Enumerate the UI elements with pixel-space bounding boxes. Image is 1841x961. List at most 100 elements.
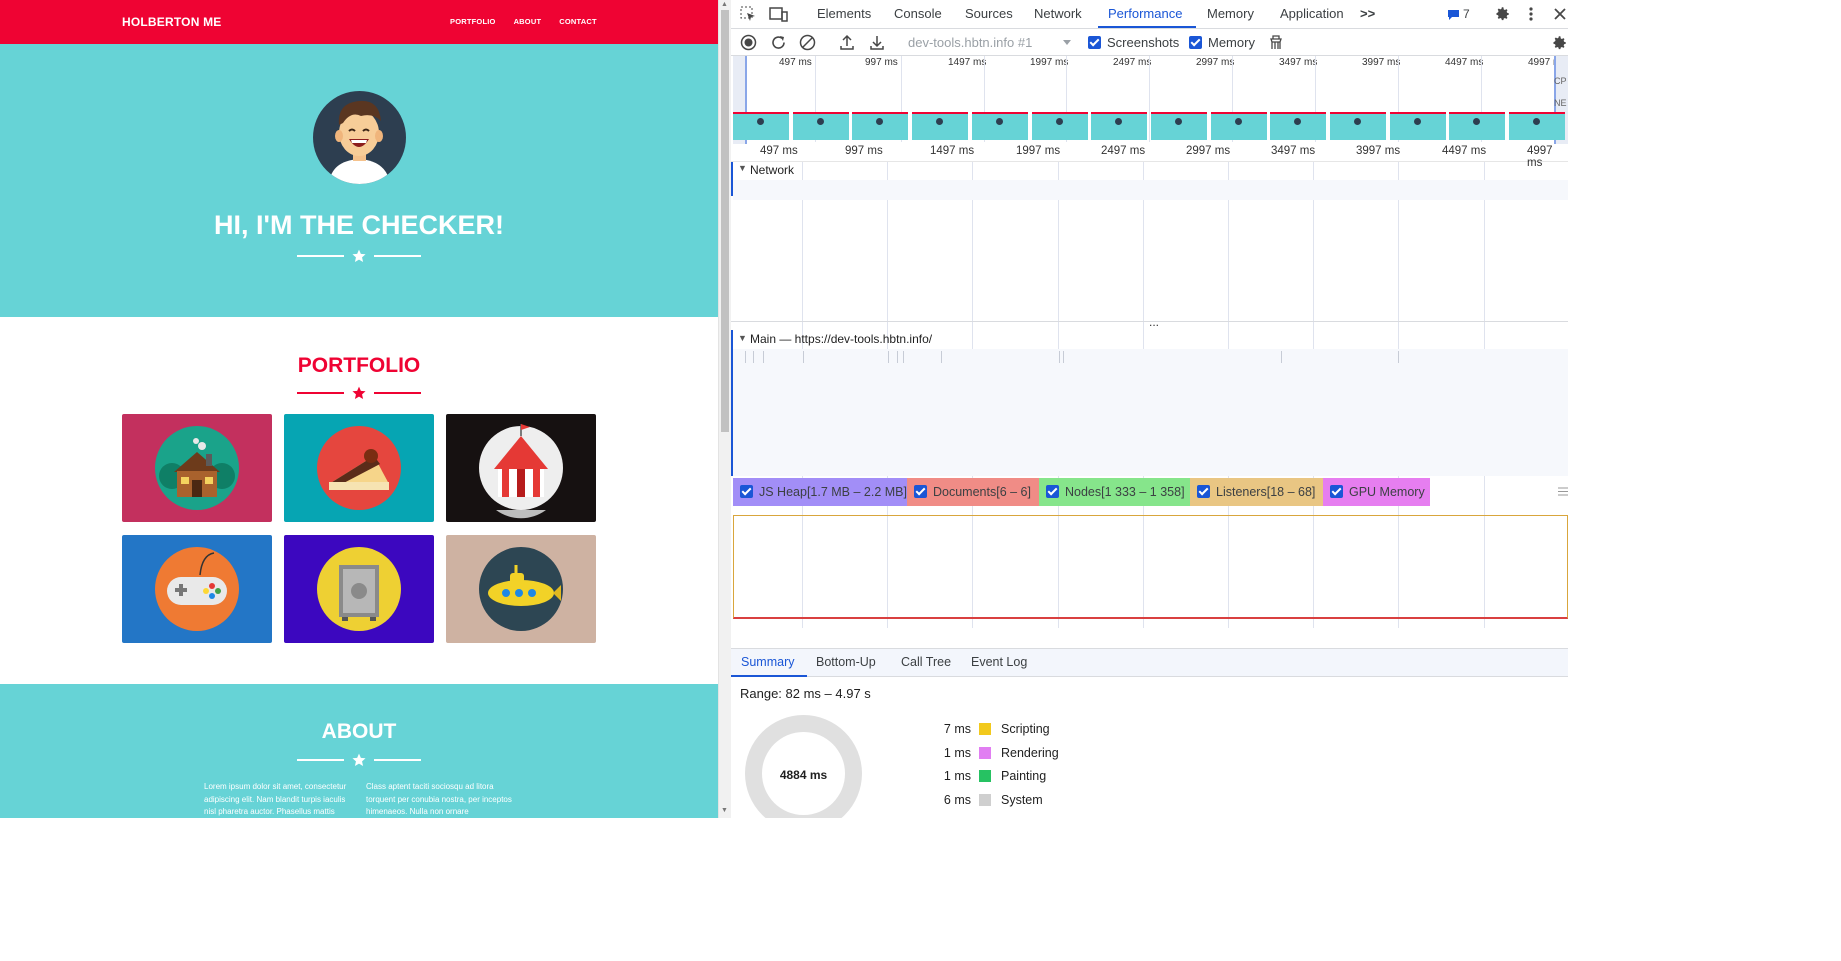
counter-nodes[interactable]: Nodes[1 333 – 1 358]: [1039, 478, 1190, 506]
inspect-element-icon[interactable]: [740, 6, 757, 23]
star-icon: [352, 249, 366, 263]
scroll-down-arrow-icon[interactable]: ▼: [721, 807, 728, 814]
counter-documents[interactable]: Documents[6 – 6]: [907, 478, 1039, 506]
memory-label: Memory: [1208, 35, 1255, 50]
tab-memory[interactable]: Memory: [1207, 6, 1254, 21]
main-thread-task-mark[interactable]: [888, 351, 889, 363]
filmstrip-screenshot[interactable]: [1389, 112, 1446, 140]
main-thread-task-mark[interactable]: [1398, 351, 1399, 363]
filmstrip-screenshot[interactable]: [733, 112, 789, 140]
collect-garbage-icon[interactable]: [1268, 34, 1284, 51]
about-text-column-2: Class aptent taciti sociosqu ad litora t…: [366, 782, 512, 816]
main-thread-task-mark[interactable]: [941, 351, 942, 363]
filmstrip-screenshot[interactable]: [1270, 112, 1327, 140]
recording-target-select[interactable]: dev-tools.hbtn.info #1: [908, 35, 1032, 50]
portfolio-tile-circus[interactable]: [446, 414, 596, 522]
tab-performance[interactable]: Performance: [1108, 6, 1182, 21]
filmstrip-screenshot[interactable]: [1449, 112, 1506, 140]
issues-count[interactable]: 7: [1463, 7, 1470, 21]
main-thread-task-mark[interactable]: [763, 351, 764, 363]
tab-network[interactable]: Network: [1034, 6, 1082, 21]
memory-counter-graph[interactable]: [733, 515, 1568, 619]
drag-handle-icon[interactable]: [1558, 487, 1568, 496]
upload-profile-icon[interactable]: [839, 34, 855, 51]
filmstrip-screenshot[interactable]: [912, 112, 969, 140]
counter-listeners[interactable]: Listeners[18 – 68]: [1190, 478, 1323, 506]
clear-icon[interactable]: [799, 34, 816, 51]
filmstrip-screenshot[interactable]: [971, 112, 1028, 140]
filmstrip-screenshot[interactable]: [1031, 112, 1088, 140]
main-thread-task-mark[interactable]: [897, 351, 898, 363]
portfolio-tile-submarine[interactable]: [446, 535, 596, 643]
more-options-icon[interactable]: [1528, 6, 1534, 22]
hero-star-divider: [297, 249, 421, 263]
tab-event-log[interactable]: Event Log: [971, 655, 1027, 669]
nav-link-portfolio[interactable]: PORTFOLIO: [450, 17, 496, 26]
more-tabs-button[interactable]: >>: [1360, 6, 1375, 21]
main-expand-triangle-icon[interactable]: ▼: [738, 333, 747, 343]
summary-pane: Range: 82 ms – 4.97 s 4884 ms 7 ms Script…: [731, 678, 1568, 818]
main-thread-track[interactable]: ▼ Main — https://dev-tools.hbtn.info/: [731, 330, 1568, 476]
screen: HOLBERTON ME PORTFOLIO ABOUT CONTACT HI,…: [0, 0, 1568, 818]
counter-js-heap[interactable]: JS Heap[1.7 MB – 2.2 MB]: [733, 478, 907, 506]
tab-call-tree[interactable]: Call Tree: [901, 655, 951, 669]
overview-cpu-label: CP: [1554, 76, 1567, 86]
tab-bottom-up[interactable]: Bottom-Up: [816, 655, 876, 669]
main-thread-task-mark[interactable]: [903, 351, 904, 363]
website-scrollbar[interactable]: ▲ ▼: [718, 0, 731, 818]
close-devtools-icon[interactable]: [1553, 7, 1567, 21]
portfolio-tile-safe[interactable]: [284, 535, 434, 643]
tab-application[interactable]: Application: [1280, 6, 1344, 21]
scroll-up-arrow-icon[interactable]: ▲: [721, 1, 728, 8]
summary-time: 7 ms: [943, 722, 971, 736]
tab-elements[interactable]: Elements: [817, 6, 871, 21]
device-toolbar-icon[interactable]: [769, 6, 788, 23]
overview-net-label: NE: [1554, 98, 1567, 108]
counter-gpu-memory[interactable]: GPU Memory: [1323, 478, 1430, 506]
filmstrip-screenshot[interactable]: [792, 112, 849, 140]
screenshots-checkbox[interactable]: [1088, 36, 1101, 49]
portfolio-tile-cabin[interactable]: [122, 414, 272, 522]
timeline-overview[interactable]: 497 ms 997 ms 1497 ms 1997 ms 2497 ms 2997 ms…: [731, 56, 1568, 144]
network-track[interactable]: ▼ Network: [731, 162, 1568, 322]
site-brand[interactable]: HOLBERTON ME: [122, 15, 222, 29]
nav-link-about[interactable]: ABOUT: [514, 17, 542, 26]
main-thread-task-mark[interactable]: [1281, 351, 1282, 363]
main-thread-task-mark[interactable]: [1063, 351, 1064, 363]
network-expand-triangle-icon[interactable]: ▼: [738, 163, 747, 173]
screenshot-filmstrip[interactable]: [731, 110, 1568, 142]
devtools-tabbar: Elements Console Sources Network Perform…: [731, 0, 1568, 29]
settings-gear-icon[interactable]: [1493, 5, 1511, 23]
nav-link-contact[interactable]: CONTACT: [559, 17, 597, 26]
chevron-down-icon[interactable]: [1062, 39, 1072, 46]
tab-sources[interactable]: Sources: [965, 6, 1013, 21]
filmstrip-screenshot[interactable]: [1509, 112, 1566, 140]
filmstrip-screenshot[interactable]: [1330, 112, 1386, 140]
filmstrip-screenshot[interactable]: [1210, 112, 1267, 140]
panel-resize-handle[interactable]: ...: [1149, 315, 1159, 329]
main-thread-task-mark[interactable]: [1059, 351, 1060, 363]
tab-console[interactable]: Console: [894, 6, 942, 21]
download-profile-icon[interactable]: [869, 34, 885, 51]
memory-checkbox[interactable]: [1189, 36, 1202, 49]
overview-tick-label: 3497 ms: [1279, 57, 1318, 68]
main-thread-task-mark[interactable]: [803, 351, 804, 363]
active-tab-indicator: [1098, 26, 1196, 28]
summary-time: 1 ms: [943, 745, 971, 760]
ruler-tick-label: 2497 ms: [1101, 145, 1146, 157]
circus-tent-icon: [479, 424, 563, 519]
reload-record-icon[interactable]: [770, 34, 787, 51]
filmstrip-screenshot[interactable]: [1091, 112, 1148, 140]
filmstrip-screenshot[interactable]: [1150, 112, 1207, 140]
main-thread-task-mark[interactable]: [753, 351, 754, 363]
filmstrip-screenshot[interactable]: [852, 112, 909, 140]
scrollbar-thumb[interactable]: [721, 10, 729, 432]
star-icon: [352, 753, 366, 767]
capture-settings-gear-icon[interactable]: [1550, 34, 1568, 52]
portfolio-tile-cake[interactable]: [284, 414, 434, 522]
issues-icon[interactable]: [1447, 9, 1460, 21]
portfolio-tile-game[interactable]: [122, 535, 272, 643]
tab-summary[interactable]: Summary: [741, 655, 794, 669]
main-thread-task-mark[interactable]: [745, 351, 746, 363]
record-icon[interactable]: [740, 34, 757, 51]
